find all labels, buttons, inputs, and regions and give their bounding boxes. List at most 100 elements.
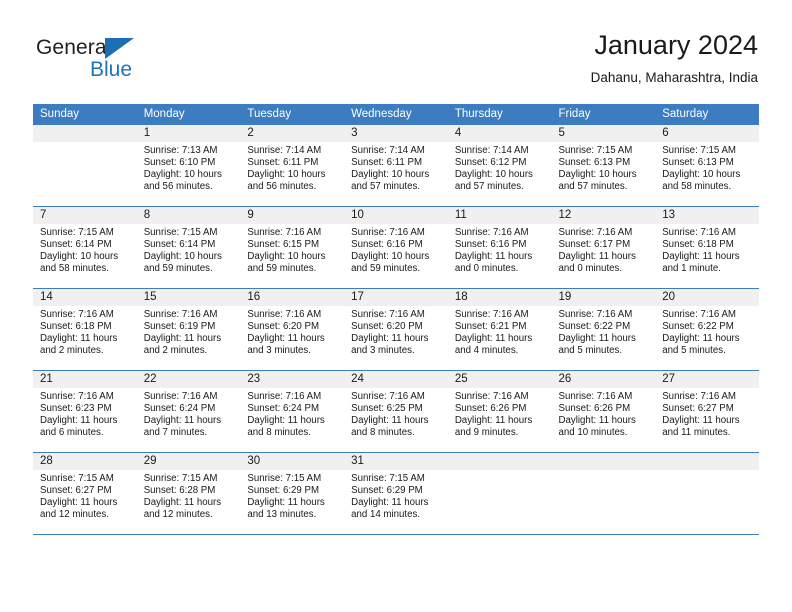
day-cell-inner: 1 Sunrise: 7:13 AM Sunset: 6:10 PM Daylight…	[136, 125, 241, 207]
sunset-time: Sunset: 6:25 PM	[351, 403, 423, 415]
daylight-duration-line1: Daylight: 11 hours	[558, 415, 636, 427]
calendar-week-row: 7 Sunrise: 7:15 AM Sunset: 6:14 PM Daylight…	[33, 207, 759, 289]
calendar-day-cell[interactable]: 6 Sunrise: 7:15 AM Sunset: 6:13 PM Daylight…	[655, 125, 759, 207]
calendar-day-cell[interactable]: 24 Sunrise: 7:16 AM Sunset: 6:25 PM Dayligh…	[344, 371, 448, 453]
calendar-day-cell[interactable]: 7 Sunrise: 7:15 AM Sunset: 6:14 PM Daylight…	[33, 207, 137, 289]
calendar-header-row: Sunday Monday Tuesday Wednesday Thursday Frid…	[33, 104, 759, 125]
calendar-day-cell[interactable]: 11 Sunrise: 7:16 AM Sunset: 6:16 PM Dayligh…	[447, 207, 552, 289]
sunset-time: Sunset: 6:24 PM	[247, 403, 320, 415]
calendar-day-cell[interactable]: 20 Sunrise: 7:16 AM Sunset: 6:22 PM Dayligh…	[655, 289, 759, 371]
calendar-day-cell[interactable]: 23 Sunrise: 7:16 AM Sunset: 6:24 PM Dayligh…	[240, 371, 345, 453]
calendar-day-cell[interactable]: 31 Sunrise: 7:15 AM Sunset: 6:29 PM Dayligh…	[344, 453, 448, 535]
calendar-day-cell[interactable]: 29 Sunrise: 7:15 AM Sunset: 6:28 PM Dayligh…	[136, 453, 241, 535]
calendar-page: General Blue January 2024 Dahanu, Mahara…	[0, 0, 792, 612]
calendar-day-cell[interactable]: 25 Sunrise: 7:16 AM Sunset: 6:26 PM Dayligh…	[447, 371, 552, 453]
calendar-day-cell[interactable]: 30 Sunrise: 7:15 AM Sunset: 6:29 PM Dayligh…	[240, 453, 345, 535]
calendar-table: Sunday Monday Tuesday Wednesday Thursday Frid…	[33, 104, 759, 535]
day-details: Sunrise: 7:14 AM Sunset: 6:11 PM Daylight:…	[240, 142, 344, 193]
daylight-duration-line2: and 8 minutes.	[351, 427, 415, 439]
day-number: 29	[136, 453, 241, 470]
sunset-time: Sunset: 6:11 PM	[247, 157, 319, 169]
day-details: Sunrise: 7:16 AM Sunset: 6:24 PM Daylight:…	[240, 388, 344, 439]
day-details: Sunrise: 7:16 AM Sunset: 6:16 PM Daylight:…	[344, 224, 448, 275]
calendar-day-cell[interactable]: 3 Sunrise: 7:14 AM Sunset: 6:11 PM Daylight…	[344, 125, 448, 207]
weekday-header-tuesday: Tuesday	[240, 104, 345, 125]
calendar-day-cell[interactable]: 19 Sunrise: 7:16 AM Sunset: 6:22 PM Dayligh…	[551, 289, 656, 371]
sunrise-time: Sunrise: 7:14 AM	[454, 145, 529, 156]
calendar-day-cell[interactable]: 13 Sunrise: 7:16 AM Sunset: 6:18 PM Dayligh…	[655, 207, 759, 289]
sunset-time: Sunset: 6:14 PM	[40, 239, 112, 251]
calendar-day-cell[interactable]: 16 Sunrise: 7:16 AM Sunset: 6:20 PM Dayligh…	[240, 289, 345, 371]
calendar-day-cell[interactable]: 28 Sunrise: 7:15 AM Sunset: 6:27 PM Dayligh…	[33, 453, 137, 535]
sunset-time: Sunset: 6:26 PM	[454, 403, 527, 415]
daylight-duration-line1: Daylight: 11 hours	[662, 415, 740, 427]
page-title: January 2024	[594, 30, 758, 60]
calendar-cell-empty	[655, 453, 759, 535]
calendar-day-cell[interactable]: 8 Sunrise: 7:15 AM Sunset: 6:14 PM Daylight…	[136, 207, 241, 289]
day-cell-inner	[551, 453, 656, 535]
day-details: Sunrise: 7:14 AM Sunset: 6:12 PM Daylight:…	[448, 142, 552, 193]
generalblue-logo[interactable]: General Blue	[36, 36, 186, 84]
day-cell-inner: 18 Sunrise: 7:16 AM Sunset: 6:21 PM Dayligh…	[447, 289, 552, 371]
calendar-day-cell[interactable]: 2 Sunrise: 7:14 AM Sunset: 6:11 PM Daylight…	[240, 125, 345, 207]
calendar-cell-empty	[447, 453, 552, 535]
day-details: Sunrise: 7:16 AM Sunset: 6:23 PM Daylight:…	[33, 388, 137, 439]
sunrise-time: Sunrise: 7:16 AM	[40, 309, 114, 320]
day-details: Sunrise: 7:16 AM Sunset: 6:16 PM Daylight:…	[448, 224, 552, 275]
sunrise-time: Sunrise: 7:16 AM	[454, 391, 529, 402]
day-cell-inner: 12 Sunrise: 7:16 AM Sunset: 6:17 PM Dayligh…	[551, 207, 656, 289]
day-number: 12	[551, 207, 656, 224]
daylight-duration-line2: and 14 minutes.	[351, 509, 421, 521]
day-number	[33, 125, 137, 142]
calendar-day-cell[interactable]: 26 Sunrise: 7:16 AM Sunset: 6:26 PM Dayligh…	[551, 371, 656, 453]
sunset-time: Sunset: 6:18 PM	[40, 321, 112, 333]
daylight-duration-line2: and 58 minutes.	[662, 181, 732, 193]
day-cell-inner: 22 Sunrise: 7:16 AM Sunset: 6:24 PM Dayligh…	[136, 371, 241, 453]
daylight-duration-line2: and 10 minutes.	[558, 427, 628, 439]
day-number: 7	[33, 207, 137, 224]
sunrise-time: Sunrise: 7:13 AM	[143, 145, 218, 156]
sunset-time: Sunset: 6:16 PM	[454, 239, 527, 251]
calendar-week-row: 21 Sunrise: 7:16 AM Sunset: 6:23 PM Dayligh…	[33, 371, 759, 453]
calendar-day-cell[interactable]: 10 Sunrise: 7:16 AM Sunset: 6:16 PM Dayligh…	[344, 207, 448, 289]
daylight-duration-line1: Daylight: 10 hours	[143, 251, 222, 263]
calendar-day-cell[interactable]: 27 Sunrise: 7:16 AM Sunset: 6:27 PM Dayligh…	[655, 371, 759, 453]
daylight-duration-line2: and 57 minutes.	[558, 181, 628, 193]
calendar-day-cell[interactable]: 9 Sunrise: 7:16 AM Sunset: 6:15 PM Daylight…	[240, 207, 345, 289]
calendar-day-cell[interactable]: 17 Sunrise: 7:16 AM Sunset: 6:20 PM Dayligh…	[344, 289, 448, 371]
daylight-duration-line2: and 57 minutes.	[351, 181, 421, 193]
day-cell-inner: 14 Sunrise: 7:16 AM Sunset: 6:18 PM Dayligh…	[33, 289, 137, 371]
daylight-duration-line1: Daylight: 11 hours	[351, 415, 429, 427]
day-number: 6	[655, 125, 759, 142]
day-number: 10	[344, 207, 448, 224]
sunset-time: Sunset: 6:19 PM	[143, 321, 216, 333]
sunset-time: Sunset: 6:12 PM	[454, 157, 527, 169]
sunrise-time: Sunrise: 7:16 AM	[662, 309, 736, 320]
calendar-day-cell[interactable]: 15 Sunrise: 7:16 AM Sunset: 6:19 PM Dayligh…	[136, 289, 241, 371]
daylight-duration-line1: Daylight: 10 hours	[662, 169, 741, 181]
weekday-header-saturday: Saturday	[655, 104, 759, 125]
day-cell-inner	[655, 453, 759, 535]
daylight-duration-line1: Daylight: 10 hours	[351, 251, 430, 263]
daylight-duration-line1: Daylight: 11 hours	[662, 251, 740, 263]
daylight-duration-line1: Daylight: 11 hours	[454, 415, 533, 427]
day-details: Sunrise: 7:16 AM Sunset: 6:25 PM Daylight:…	[344, 388, 448, 439]
calendar-day-cell[interactable]: 18 Sunrise: 7:16 AM Sunset: 6:21 PM Dayligh…	[447, 289, 552, 371]
sunrise-time: Sunrise: 7:16 AM	[247, 391, 322, 402]
sunset-time: Sunset: 6:11 PM	[351, 157, 423, 169]
day-number: 8	[136, 207, 241, 224]
day-number: 2	[240, 125, 345, 142]
daylight-duration-line2: and 59 minutes.	[247, 263, 317, 275]
day-cell-inner: 27 Sunrise: 7:16 AM Sunset: 6:27 PM Dayligh…	[655, 371, 759, 453]
calendar-day-cell[interactable]: 14 Sunrise: 7:16 AM Sunset: 6:18 PM Dayligh…	[33, 289, 137, 371]
calendar-day-cell[interactable]: 22 Sunrise: 7:16 AM Sunset: 6:24 PM Dayligh…	[136, 371, 241, 453]
day-number: 13	[655, 207, 759, 224]
calendar-day-cell[interactable]: 4 Sunrise: 7:14 AM Sunset: 6:12 PM Daylight…	[447, 125, 552, 207]
calendar-day-cell[interactable]: 12 Sunrise: 7:16 AM Sunset: 6:17 PM Dayligh…	[551, 207, 656, 289]
daylight-duration-line2: and 1 minute.	[662, 263, 721, 275]
calendar-day-cell[interactable]: 21 Sunrise: 7:16 AM Sunset: 6:23 PM Dayligh…	[33, 371, 137, 453]
day-details: Sunrise: 7:16 AM Sunset: 6:26 PM Daylight:…	[448, 388, 552, 439]
sunset-time: Sunset: 6:22 PM	[662, 321, 734, 333]
calendar-day-cell[interactable]: 5 Sunrise: 7:15 AM Sunset: 6:13 PM Daylight…	[551, 125, 656, 207]
calendar-day-cell[interactable]: 1 Sunrise: 7:13 AM Sunset: 6:10 PM Daylight…	[136, 125, 241, 207]
